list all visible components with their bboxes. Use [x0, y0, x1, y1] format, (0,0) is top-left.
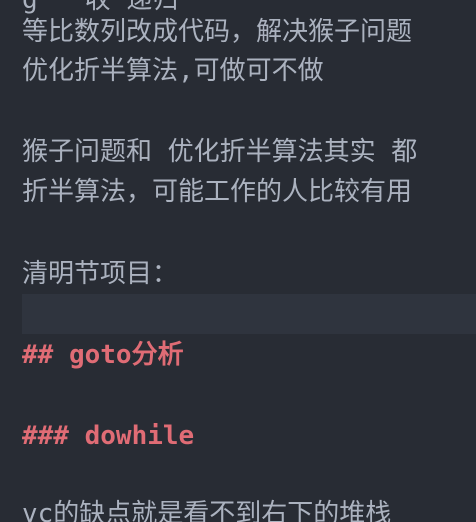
markdown-editor[interactable]: g 收 递归 等比数列改成代码，解决猴子问题 优化折半算法,可做可不做 猴子问题… [0, 0, 476, 522]
markdown-heading-2: ## goto分析 [22, 340, 184, 370]
editor-line: 等比数列改成代码，解决猴子问题 [22, 17, 413, 47]
editor-line: 清明节项目： [22, 259, 179, 289]
editor-line: vc的缺点就是看不到右下的堆栈 [22, 499, 392, 522]
markdown-heading-3: ### dowhile [22, 421, 195, 451]
editor-line: 猴子问题和 优化折半算法其实 都 [22, 137, 418, 167]
editor-line: 优化折半算法,可做可不做 [22, 56, 324, 86]
current-line-highlight [22, 294, 476, 334]
editor-line: 折半算法，可能工作的人比较有用 [22, 177, 413, 207]
